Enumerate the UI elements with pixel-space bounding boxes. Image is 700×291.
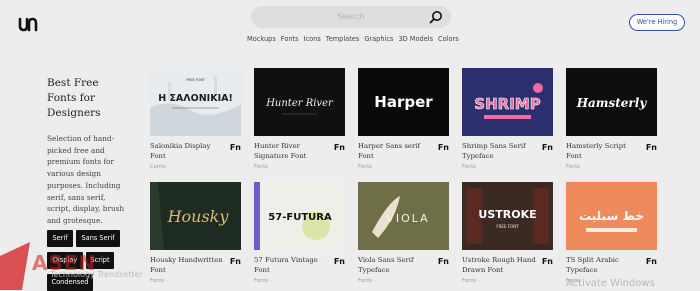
preview-text: Hunter River — [265, 98, 334, 109]
hiring-button[interactable]: We're Hiring — [629, 14, 685, 31]
card-category[interactable]: Fonts — [566, 164, 580, 170]
font-badge: Fn — [541, 257, 553, 266]
card-title[interactable]: Ustroke Rough Hand Drawn Font — [462, 255, 538, 276]
font-badge: Fn — [541, 143, 553, 152]
font-card-57-futura[interactable]: 57-FUTURA 57 Futura Vintage Font Fn Font… — [254, 182, 345, 284]
nav-colors[interactable]: Colors — [438, 35, 459, 43]
preview-text: خط سبليت — [579, 209, 644, 223]
search-placeholder: Search — [337, 12, 365, 21]
card-category[interactable]: Fonts — [462, 164, 476, 170]
page: Search Mockups Fonts Icons Templates Gra… — [0, 0, 700, 291]
font-card-ts-split[interactable]: خط سبليت TS Split Arabic Typeface Fn Fon… — [566, 182, 657, 284]
card-preview[interactable]: 57-FUTURA — [254, 182, 345, 250]
preview-text: VIOLA — [386, 212, 429, 225]
preview-text: USTROKE — [478, 208, 536, 221]
font-badge: Fn — [645, 143, 657, 152]
preview-text: Harper — [374, 93, 433, 111]
card-category[interactable]: Fonts — [358, 164, 372, 170]
font-badge: Fn — [333, 257, 345, 266]
font-card-salonikia[interactable]: FREE FONT Η ΣΑΛΟΝΙΚΙΑ! Salonikia Display… — [150, 68, 241, 170]
activate-windows-notice: Activate Windows — [566, 278, 655, 289]
nav-mockups[interactable]: Mockups — [247, 35, 276, 43]
font-card-shrimp[interactable]: SHRIMP Shrimp Sans Serif Typeface Fn Fon… — [462, 68, 553, 170]
card-title[interactable]: Harper Sans serif Font — [358, 141, 434, 162]
card-category[interactable]: Comic — [150, 164, 166, 170]
preview-small-text: FREE FONT — [186, 78, 206, 82]
card-preview[interactable]: Hamsterly — [566, 68, 657, 136]
card-title[interactable]: Shrimp Sans Serif Typeface — [462, 141, 538, 162]
sidebar: Best Free Fonts for Designers Selection … — [47, 76, 129, 227]
preview-text: Hamsterly — [576, 96, 648, 110]
card-preview[interactable]: VIOLA — [358, 182, 449, 250]
card-title[interactable]: Hamsterly Script Font — [566, 141, 642, 162]
card-preview[interactable]: SHRIMP — [462, 68, 553, 136]
font-badge: Fn — [437, 143, 449, 152]
card-title[interactable]: 57 Futura Vintage Font — [254, 255, 330, 276]
nav-fonts[interactable]: Fonts — [281, 35, 299, 43]
page-title: Best Free Fonts for Designers — [47, 77, 101, 119]
font-badge: Fn — [437, 257, 449, 266]
card-preview[interactable]: خط سبليت — [566, 182, 657, 250]
card-title[interactable]: TS Split Arabic Typeface — [566, 255, 642, 276]
page-description: Selection of hand-picked free and premiu… — [47, 134, 125, 225]
preview-small-text: FREE FONT — [496, 224, 519, 229]
nav-templates[interactable]: Templates — [326, 35, 360, 43]
nav-icons[interactable]: Icons — [304, 35, 321, 43]
font-card-ustroke[interactable]: USTROKE FREE FONT Ustroke Rough Hand Dra… — [462, 182, 553, 284]
preview-text: SHRIMP — [474, 95, 540, 113]
card-preview[interactable]: Harper — [358, 68, 449, 136]
preview-text: Housky — [167, 207, 230, 226]
card-preview[interactable]: Hunter River — [254, 68, 345, 136]
search-icon[interactable] — [429, 10, 443, 24]
card-category[interactable]: Fonts — [462, 278, 476, 284]
font-badge: Fn — [229, 257, 241, 266]
main-nav: Mockups Fonts Icons Templates Graphics 3… — [247, 35, 459, 43]
card-category[interactable]: Fonts — [254, 164, 268, 170]
card-title[interactable]: Viola Sans Serif Typeface — [358, 255, 434, 276]
watermark-logo-icon: ASEN — [0, 242, 95, 290]
nav-graphics[interactable]: Graphics — [364, 35, 393, 43]
site-logo-icon[interactable] — [18, 14, 38, 34]
font-badge: Fn — [229, 143, 241, 152]
font-card-viola[interactable]: VIOLA Viola Sans Serif Typeface Fn Fonts — [358, 182, 449, 284]
site-header: Search Mockups Fonts Icons Templates Gra… — [0, 0, 700, 52]
font-badge: Fn — [333, 143, 345, 152]
search-bar[interactable]: Search — [251, 6, 451, 28]
font-card-hunter-river[interactable]: Hunter River Hunter River Signature Font… — [254, 68, 345, 170]
card-preview[interactable]: FREE FONT Η ΣΑΛΟΝΙΚΙΑ! — [150, 68, 241, 136]
card-category[interactable]: Fonts — [358, 278, 372, 284]
card-title[interactable]: Hunter River Signature Font — [254, 141, 330, 162]
watermark-text: Technology Trendsetter — [50, 270, 143, 279]
preview-text: Η ΣΑΛΟΝΙΚΙΑ! — [158, 93, 233, 104]
font-badge: Fn — [645, 257, 657, 266]
card-preview[interactable]: USTROKE FREE FONT — [462, 182, 553, 250]
card-category[interactable]: Fonts — [254, 278, 268, 284]
card-title[interactable]: Salonikia Display Font — [150, 141, 226, 162]
nav-3d-models[interactable]: 3D Models — [398, 35, 433, 43]
font-card-harper[interactable]: Harper Harper Sans serif Font Fn Fonts — [358, 68, 449, 170]
preview-text: 57-FUTURA — [268, 212, 332, 223]
font-card-hamsterly[interactable]: Hamsterly Hamsterly Script Font Fn Fonts — [566, 68, 657, 170]
